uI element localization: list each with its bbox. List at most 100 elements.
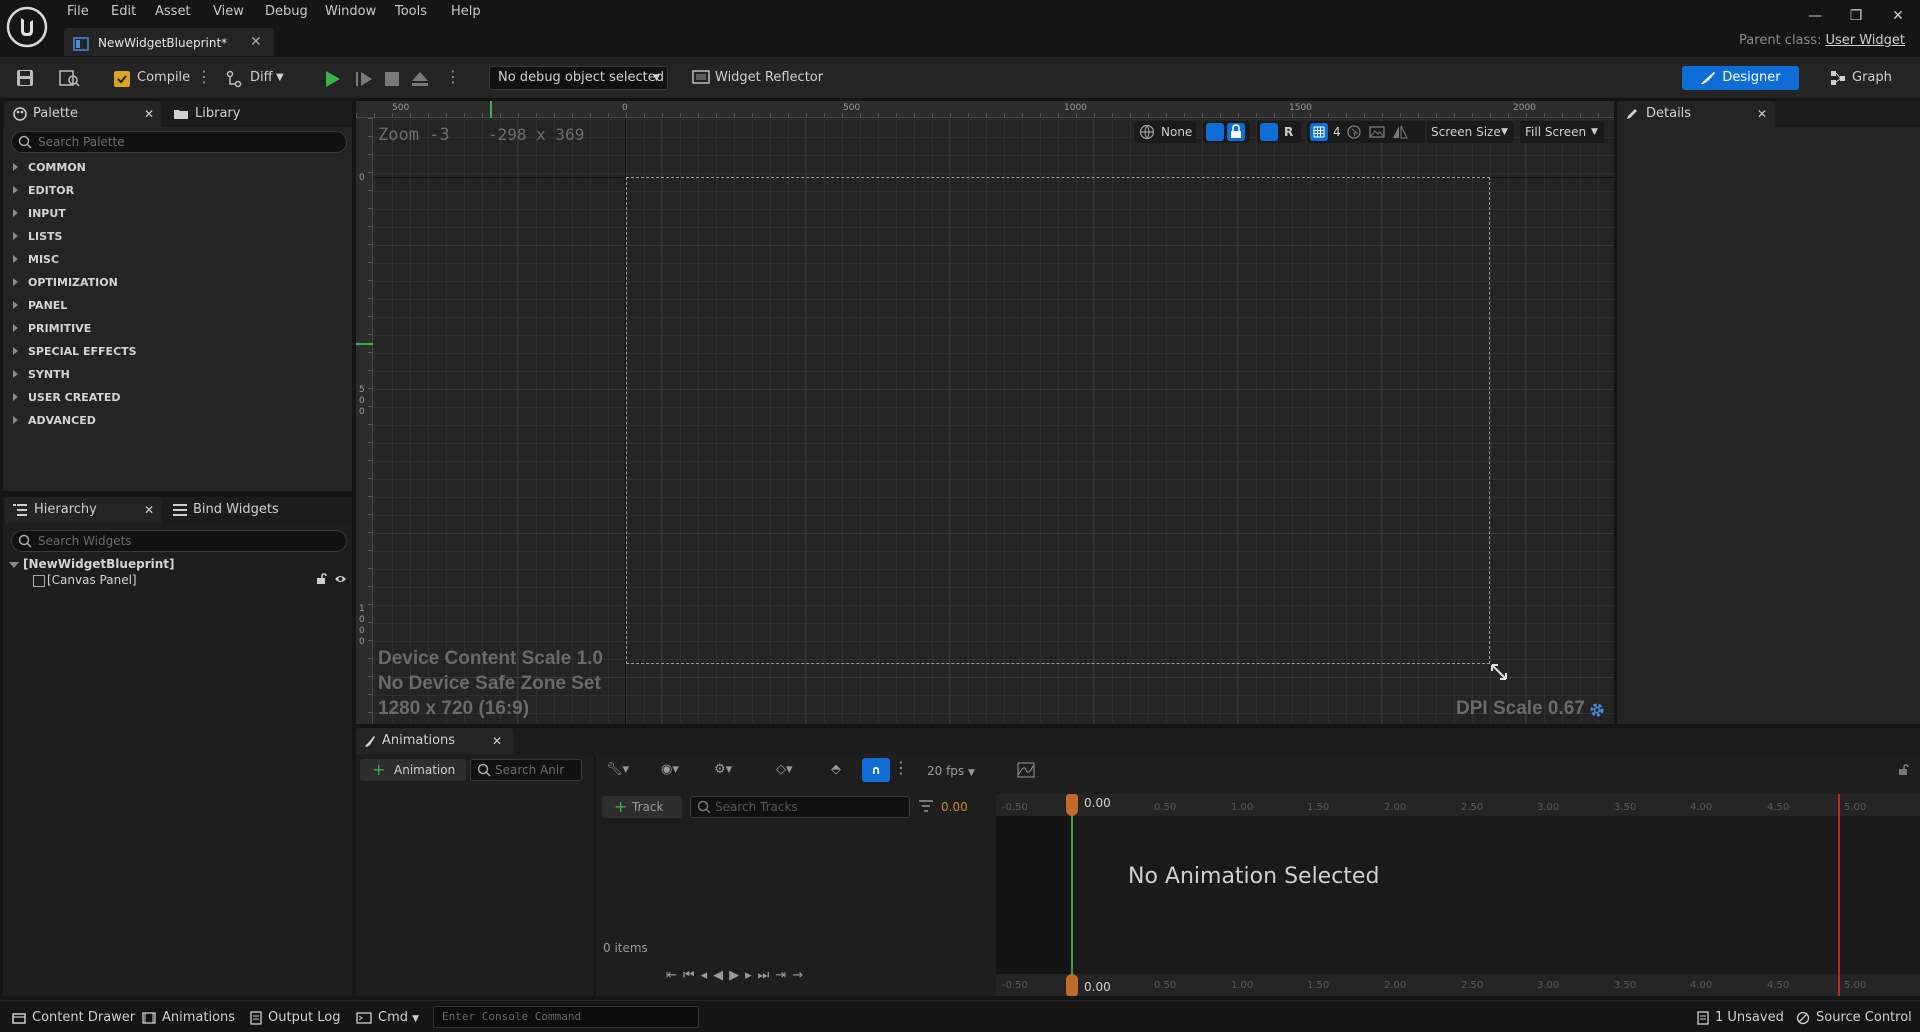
magnet-icon[interactable]: ∩ (862, 758, 890, 782)
hierarchy-root-item[interactable]: [NewWidgetBlueprint] (9, 556, 174, 572)
cmd-dropdown[interactable]: Cmd ▼ (356, 1009, 419, 1027)
minimize-icon[interactable]: — (1805, 6, 1825, 26)
stop-icon[interactable] (383, 70, 401, 88)
animation-search-input[interactable]: Search Anir (470, 759, 582, 781)
palette-category[interactable]: ADVANCED (13, 409, 96, 432)
play-icon[interactable]: ▶ (729, 968, 745, 983)
current-time-value[interactable]: 0.00 (941, 800, 968, 814)
image-icon[interactable] (1369, 124, 1385, 140)
palette-category[interactable]: LISTS (13, 225, 62, 248)
browse-icon[interactable] (58, 68, 80, 88)
palette-category[interactable]: USER CREATED (13, 386, 121, 409)
auto-key-icon[interactable]: ⬘ (831, 762, 841, 777)
snap-menu-icon[interactable]: ⋮ (893, 758, 909, 777)
lock-icon[interactable] (316, 573, 328, 585)
playhead-bottom[interactable] (1066, 974, 1078, 996)
palette-category[interactable]: SPECIAL EFFECTS (13, 340, 137, 363)
compile-button[interactable]: Compile (137, 66, 190, 90)
wrench-icon[interactable]: 🔧︎▾ (606, 762, 629, 777)
tab-bind-widgets[interactable]: Bind Widgets (171, 497, 281, 523)
playback-end-marker[interactable] (1838, 794, 1840, 996)
play-options-icon[interactable]: ⋮ (445, 66, 461, 90)
menu-window[interactable]: Window (325, 3, 376, 21)
menu-view[interactable]: View (213, 3, 244, 21)
key-options-icon[interactable]: ◇▾ (776, 762, 793, 777)
snap-options-icon[interactable]: ⚙▾ (714, 762, 732, 777)
timeline[interactable]: -0.50 0.50 1.00 1.50 2.00 2.50 3.00 3.50… (996, 794, 1920, 996)
widget-design-frame[interactable] (626, 177, 1490, 664)
view-options-icon[interactable]: ◉▾ (661, 762, 679, 777)
widget-reflector-button[interactable]: Widget Reflector (715, 66, 823, 90)
fps-dropdown[interactable]: 20 fps ▼ (927, 764, 975, 778)
tab-library[interactable]: Library (171, 101, 271, 127)
palette-category[interactable]: EDITOR (13, 179, 74, 202)
localization-button[interactable]: None (1134, 121, 1196, 143)
dpi-settings-icon[interactable] (1588, 701, 1606, 719)
designer-canvas[interactable]: 500 0 500 1000 1500 2000 0 5 0 0 1 0 0 0… (356, 101, 1614, 724)
menu-debug[interactable]: Debug (265, 3, 308, 21)
graph-button[interactable]: Graph (1830, 66, 1892, 90)
pointer-icon[interactable] (1346, 124, 1362, 140)
debug-object-select[interactable]: No debug object selected ▼ (489, 66, 668, 90)
diff-button[interactable]: Diff (250, 66, 273, 90)
add-animation-button[interactable]: + Animation (360, 759, 466, 781)
palette-category[interactable]: COMMON (13, 156, 86, 179)
palette-search-input[interactable]: Search Palette (11, 131, 347, 153)
menu-help[interactable]: Help (451, 3, 481, 21)
designer-button[interactable]: Designer (1682, 66, 1799, 90)
close-window-icon[interactable]: ✕ (1888, 6, 1908, 26)
step-back-icon[interactable]: ◂ (701, 968, 714, 983)
step-icon[interactable] (354, 69, 374, 89)
close-icon[interactable]: ✕ (144, 497, 154, 523)
unsaved-button[interactable]: 1 Unsaved (1697, 1009, 1784, 1027)
save-icon[interactable] (15, 68, 35, 88)
step-forward-icon[interactable]: ▸ (745, 968, 758, 983)
palette-category[interactable]: MISC (13, 248, 59, 271)
close-icon[interactable]: ✕ (144, 101, 154, 127)
filter-icon[interactable] (918, 799, 934, 813)
palette-category[interactable]: INPUT (13, 202, 66, 225)
parent-class-link[interactable]: User Widget (1825, 33, 1905, 48)
source-control-button[interactable]: Source Control (1796, 1009, 1912, 1027)
locale-preview-toggle[interactable]: R (1257, 121, 1301, 143)
eject-icon[interactable] (410, 69, 430, 89)
curve-editor-icon[interactable] (1017, 762, 1035, 778)
close-icon[interactable]: ✕ (492, 728, 502, 754)
eye-icon[interactable] (334, 574, 347, 584)
menu-asset[interactable]: Asset (155, 3, 191, 21)
close-icon[interactable]: ✕ (1757, 101, 1767, 127)
tab-hierarchy[interactable]: Hierarchy ✕ (5, 497, 161, 523)
loop-icon[interactable]: → (792, 968, 809, 983)
palette-category[interactable]: OPTIMIZATION (13, 271, 118, 294)
lock-icon[interactable] (1898, 764, 1910, 776)
menu-edit[interactable]: Edit (111, 3, 136, 21)
document-tab[interactable]: NewWidgetBlueprint* ✕ (64, 28, 274, 56)
menu-file[interactable]: File (67, 3, 89, 21)
jump-end-icon[interactable]: ⇥ (775, 968, 792, 983)
screen-size-dropdown[interactable]: Screen Size ▼ (1427, 121, 1514, 143)
jump-start-icon[interactable]: ⇤ (666, 968, 683, 983)
restore-icon[interactable]: ❐ (1846, 6, 1866, 26)
prev-key-icon[interactable]: ⏮︎ (683, 968, 701, 983)
content-drawer-button[interactable]: Content Drawer (12, 1009, 135, 1027)
add-track-button[interactable]: + Track (602, 796, 682, 818)
palette-category[interactable]: PANEL (13, 294, 67, 317)
fill-screen-dropdown[interactable]: Fill Screen ▼ (1520, 121, 1604, 143)
console-input[interactable]: Enter Console Command (433, 1006, 699, 1028)
play-reverse-icon[interactable]: ◀ (713, 968, 729, 983)
resize-icon[interactable] (1490, 663, 1508, 681)
hierarchy-child-item[interactable]: [Canvas Panel] (33, 572, 346, 588)
unreal-logo-icon[interactable] (6, 6, 48, 48)
flip-icon[interactable] (1392, 124, 1408, 140)
grid-snap-group[interactable]: 4 (1307, 121, 1425, 143)
tab-details[interactable]: Details ✕ (1617, 101, 1775, 127)
menu-tools[interactable]: Tools (395, 3, 427, 21)
output-log-button[interactable]: Output Log (250, 1009, 341, 1027)
compile-options-icon[interactable]: ⋮ (196, 66, 212, 90)
track-search-input[interactable]: Search Tracks (690, 796, 910, 818)
hierarchy-search-input[interactable]: Search Widgets (11, 530, 347, 552)
playhead-top[interactable] (1066, 794, 1078, 816)
close-icon[interactable]: ✕ (250, 34, 262, 50)
grid-icon[interactable] (1310, 123, 1328, 141)
palette-category[interactable]: PRIMITIVE (13, 317, 91, 340)
